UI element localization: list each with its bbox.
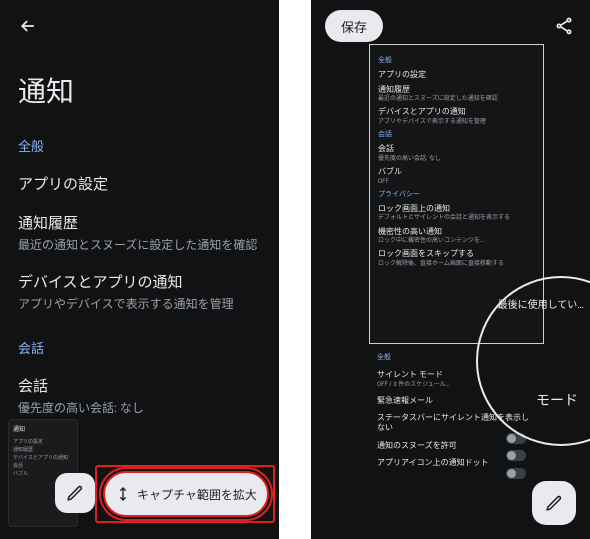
ex-section-header: 全般	[377, 352, 544, 362]
share-button[interactable]	[552, 14, 576, 38]
ex-row-emergency-mail[interactable]: 緊急速報メール	[377, 396, 536, 406]
thumb-line: 会話	[13, 462, 73, 470]
row-title: 通知履歴	[18, 212, 261, 233]
edit-fab[interactable]	[532, 481, 576, 525]
ex-row: ロック画面上の通知デフォルトとサイレントの会話と通知を表示する	[378, 204, 535, 222]
thumb-line: デバイスとアプリの通知	[13, 454, 73, 462]
settings-row-app-settings[interactable]: アプリの設定	[18, 173, 261, 194]
row-subtitle: 優先度の高い会話: なし	[18, 399, 261, 416]
thumb-line: アプリの設定	[13, 438, 73, 446]
ex-row: 通知履歴最近の通知とスヌーズに設定した通知を確認	[378, 85, 535, 103]
thumb-title: 通知	[13, 425, 73, 435]
row-title: アプリの設定	[18, 173, 261, 194]
below-expanded-area: 全般 サイレント モードOFF / 3 件のスケジュール… 緊急速報メール ステ…	[369, 344, 544, 472]
arrow-left-icon	[18, 16, 38, 36]
toggle-switch[interactable]	[506, 468, 526, 479]
extend-capture-label: キャプチャ範囲を拡大	[137, 486, 257, 503]
share-icon	[554, 16, 574, 36]
ex-row: 会話優先度の高い会話: なし	[378, 144, 535, 162]
row-subtitle: 最近の通知とスヌーズに設定した通知を確認	[18, 236, 261, 253]
ex-row-statusbar-silent[interactable]: ステータスバーにサイレント通知を表示しない	[377, 413, 536, 432]
ex-row: アプリの設定	[378, 70, 535, 80]
ex-row: バブルOFF	[378, 167, 535, 185]
mode-label: モード	[536, 390, 578, 410]
ex-row-silent-mode[interactable]: サイレント モードOFF / 3 件のスケジュール…	[377, 370, 536, 388]
back-button[interactable]	[10, 8, 46, 44]
thumb-line: 通知履歴	[13, 446, 73, 454]
settings-row-device-app-notifications[interactable]: デバイスとアプリの通知 アプリやデバイスで表示する通知を管理	[18, 271, 261, 312]
save-button[interactable]: 保存	[325, 10, 383, 42]
ex-row: ロック画面をスキップするロック解除後、直接ホーム画面に直接移動する	[378, 249, 535, 267]
settings-row-conversations[interactable]: 会話 優先度の高い会話: なし	[18, 375, 261, 416]
ex-row-dot[interactable]: アプリアイコン上の通知ドット	[377, 458, 536, 468]
edit-fab[interactable]	[55, 473, 95, 513]
ex-section-header: 全般	[378, 55, 543, 65]
page-title: 通知	[18, 70, 279, 110]
save-label: 保存	[341, 17, 367, 36]
row-title: デバイスとアプリの通知	[18, 271, 261, 292]
ex-row: デバイスとアプリの通知アプリやデバイスで表示する通知を管理	[378, 107, 535, 125]
ex-section-header: 会話	[378, 129, 543, 139]
ex-row: 機密性の高い通知ロック中に機密性の高いコンテンツを…	[378, 227, 535, 245]
ex-section-header: プライバシー	[378, 189, 543, 199]
pencil-icon	[66, 484, 84, 502]
phone-left: 通知 全般 アプリの設定 通知履歴 最近の通知とスヌーズに設定した通知を確認 デ…	[0, 0, 279, 539]
section-header-conversations: 会話	[18, 338, 279, 357]
row-title: 会話	[18, 375, 261, 396]
pencil-icon	[545, 494, 563, 512]
extend-capture-button[interactable]: キャプチャ範囲を拡大	[103, 471, 269, 517]
settings-row-notification-history[interactable]: 通知履歴 最近の通知とスヌーズに設定した通知を確認	[18, 212, 261, 253]
ex-row-snooze[interactable]: 通知のスヌーズを許可	[377, 441, 536, 451]
mode-hint-text: 最後に使用してい…	[498, 296, 584, 311]
row-subtitle: アプリやデバイスで表示する通知を管理	[18, 295, 261, 312]
expand-vertical-icon	[115, 486, 131, 502]
phone-right: 保存 全般 アプリの設定 通知履歴最近の通知とスヌーズに設定した通知を確認 デバ…	[311, 0, 590, 539]
section-header-general: 全般	[18, 136, 279, 155]
